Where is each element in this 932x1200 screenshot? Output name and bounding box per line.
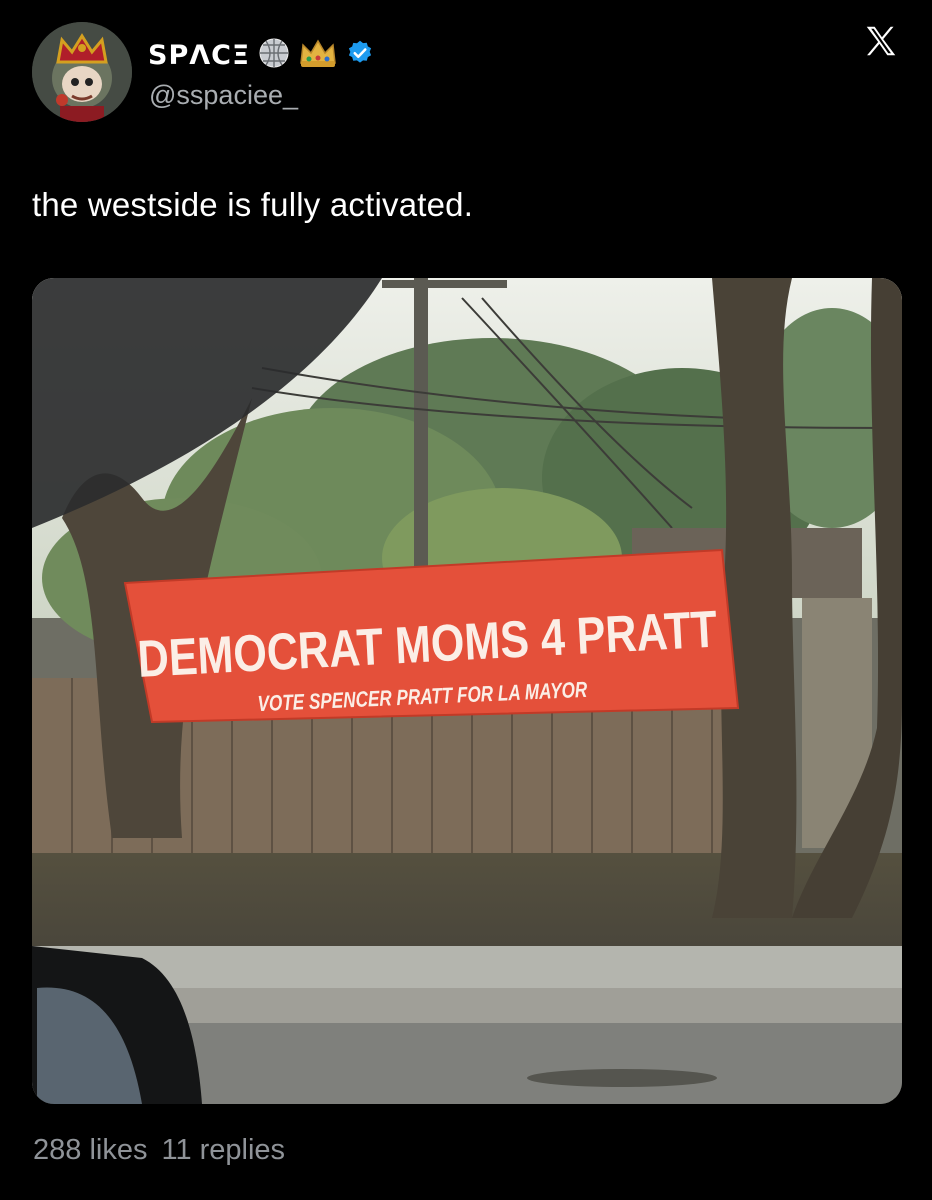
- post-photo[interactable]: DEMOCRAT MOMS 4 PRATT VOTE SPENCER PRATT…: [32, 278, 902, 1104]
- author-name-row[interactable]: SPΛCΞ: [148, 38, 374, 72]
- post-stats: 288 likes 11 replies: [33, 1134, 285, 1167]
- crown-icon: [298, 37, 338, 74]
- author-handle[interactable]: @sspaciee_: [149, 80, 298, 111]
- post-card: SPΛCΞ @sspaciee_ the westside is fully a…: [0, 0, 932, 1200]
- avatar[interactable]: [32, 22, 132, 122]
- author-display-name[interactable]: SPΛCΞ: [148, 40, 250, 71]
- post-text: the westside is fully activated.: [32, 186, 474, 223]
- verified-icon: [346, 39, 374, 72]
- x-logo-icon[interactable]: [862, 22, 900, 60]
- disco-ball-icon: [258, 37, 290, 74]
- replies-count[interactable]: 11 replies: [161, 1134, 285, 1167]
- likes-count[interactable]: 288 likes: [33, 1134, 147, 1167]
